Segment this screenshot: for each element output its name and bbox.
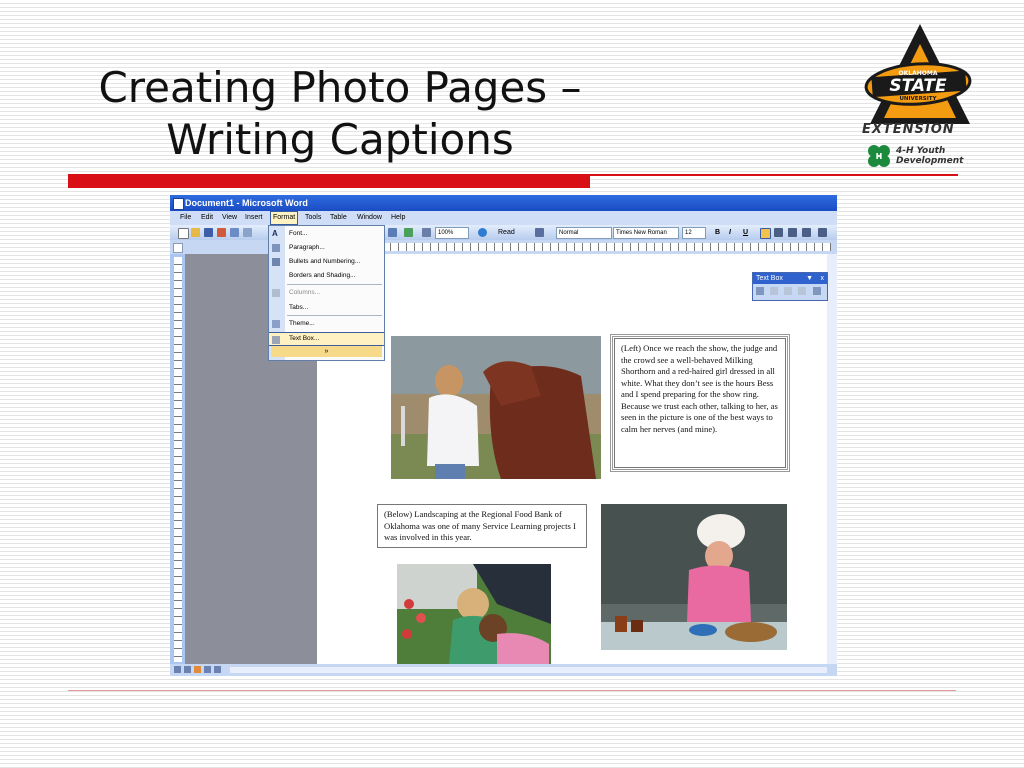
vertical-scrollbar[interactable]	[827, 254, 837, 664]
open-folder-icon[interactable]	[191, 228, 200, 237]
word-titlebar: Document1 - Microsoft Word	[170, 195, 837, 211]
theme-icon	[272, 320, 280, 328]
text-box-icon	[272, 336, 280, 344]
view-buttons-bar	[170, 664, 837, 676]
menu-insert[interactable]: Insert	[245, 211, 263, 225]
align-center-icon[interactable]	[774, 228, 783, 237]
font-icon: A	[272, 229, 278, 238]
email-icon[interactable]	[230, 228, 239, 237]
print-icon[interactable]	[243, 228, 252, 237]
photo-landscaping	[397, 564, 551, 664]
photo-girl-cooking	[601, 504, 787, 650]
document-page[interactable]: (Left) Once we reach the show, the judge…	[317, 254, 827, 664]
menu-view[interactable]: View	[222, 211, 237, 225]
format-menu-borders[interactable]: Borders and Shading...	[269, 269, 384, 283]
format-menu: A Font... Paragraph... Bullets and Numbe…	[268, 225, 385, 361]
photo-girl-with-cow	[391, 336, 601, 479]
format-menu-font[interactable]: A Font...	[269, 227, 384, 241]
format-menu-bullets[interactable]: Bullets and Numbering...	[269, 255, 384, 269]
menu-help[interactable]: Help	[391, 211, 405, 225]
table-icon[interactable]	[404, 228, 413, 237]
font-size-select[interactable]: 12	[682, 227, 706, 239]
next-text-box-icon[interactable]	[798, 287, 806, 295]
zoom-select[interactable]: 100%	[435, 227, 469, 239]
logo-state: STATE	[889, 76, 947, 96]
permission-icon[interactable]	[217, 228, 226, 237]
four-h-label-line1: 4-H Youth	[896, 146, 946, 156]
underline-button[interactable]: U	[743, 227, 748, 238]
format-menu-tabs[interactable]: Tabs...	[269, 301, 384, 315]
footer-rule	[68, 690, 956, 691]
caption-left-textbox[interactable]: (Left) Once we reach the show, the judge…	[610, 334, 790, 472]
format-menu-separator-2	[287, 315, 382, 316]
word-menubar: File Edit View Insert Format Tools Table…	[170, 211, 837, 225]
normal-view-icon[interactable]	[174, 666, 181, 673]
format-menu-paragraph[interactable]: Paragraph...	[269, 241, 384, 255]
previous-text-box-icon[interactable]	[784, 287, 792, 295]
line-spacing-icon[interactable]	[818, 228, 827, 237]
create-link-icon[interactable]	[756, 287, 764, 295]
logo-extension-text: EXTENSION	[862, 122, 955, 137]
slide-title-line1: Creating Photo Pages –	[98, 63, 582, 112]
read-button[interactable]: Read	[498, 227, 515, 238]
horizontal-scrollbar[interactable]	[230, 667, 827, 673]
bullets-icon	[272, 258, 280, 266]
justify-icon[interactable]	[802, 228, 811, 237]
italic-button[interactable]: I	[729, 227, 731, 238]
outline-view-icon[interactable]	[204, 666, 211, 673]
style-select[interactable]: Normal	[556, 227, 612, 239]
print-layout-icon[interactable]	[194, 666, 201, 673]
help-icon[interactable]	[478, 228, 487, 237]
text-box-toolbar: Text Box ▼ x	[752, 272, 828, 301]
word-window: Document1 - Microsoft Word File Edit Vie…	[170, 195, 837, 676]
svg-text:H: H	[876, 152, 883, 161]
caption-below-textbox[interactable]: (Below) Landscaping at the Regional Food…	[377, 504, 587, 548]
text-box-toolbar-title: Text Box	[756, 275, 783, 282]
vertical-ruler[interactable]	[174, 257, 182, 662]
slide-title: Creating Photo Pages – Writing Captions	[40, 62, 640, 166]
reading-layout-icon[interactable]	[214, 666, 221, 673]
format-menu-theme[interactable]: Theme...	[269, 317, 384, 331]
close-icon[interactable]: x	[821, 273, 825, 284]
title-underline-bar	[68, 174, 590, 188]
slide-title-line2: Writing Captions	[166, 115, 514, 164]
bold-button[interactable]: B	[715, 227, 720, 238]
menu-edit[interactable]: Edit	[201, 211, 213, 225]
font-select[interactable]: Times New Roman	[613, 227, 679, 239]
horizontal-ruler[interactable]	[375, 243, 831, 251]
align-right-icon[interactable]	[788, 228, 797, 237]
tab-selector[interactable]	[173, 243, 183, 253]
align-left-icon[interactable]	[760, 228, 771, 239]
format-menu-expand-chevron-icon[interactable]: »	[271, 346, 382, 357]
four-h-label-line2: Development	[896, 156, 964, 166]
paragraph-icon	[272, 244, 280, 252]
four-h-clover-icon: H	[868, 145, 890, 167]
logo-university: UNIVERSITY	[899, 96, 937, 102]
word-window-title: Document1 - Microsoft Word	[185, 198, 308, 208]
menu-table[interactable]: Table	[330, 211, 347, 225]
new-document-icon[interactable]	[178, 228, 189, 239]
toolbar-options-icon[interactable]: ▼	[806, 273, 813, 284]
menu-file[interactable]: File	[180, 211, 191, 225]
text-box-toolbar-titlebar[interactable]: Text Box ▼ x	[753, 273, 827, 284]
web-layout-icon[interactable]	[184, 666, 191, 673]
styles-pane-icon[interactable]	[535, 228, 544, 237]
format-menu-separator	[287, 284, 382, 285]
menu-format[interactable]: Format	[270, 211, 299, 225]
format-menu-columns: Columns...	[269, 286, 384, 300]
word-doc-icon	[173, 198, 184, 210]
title-underline-rule	[590, 174, 958, 176]
break-link-icon[interactable]	[770, 287, 778, 295]
columns-icon[interactable]	[422, 228, 431, 237]
menu-tools[interactable]: Tools	[305, 211, 321, 225]
undo-icon[interactable]	[388, 228, 397, 237]
save-icon[interactable]	[204, 228, 213, 237]
menu-window[interactable]: Window	[357, 211, 382, 225]
columns-icon	[272, 289, 280, 297]
format-menu-text-box[interactable]: Text Box...	[269, 332, 384, 346]
change-text-direction-icon[interactable]	[813, 287, 821, 295]
